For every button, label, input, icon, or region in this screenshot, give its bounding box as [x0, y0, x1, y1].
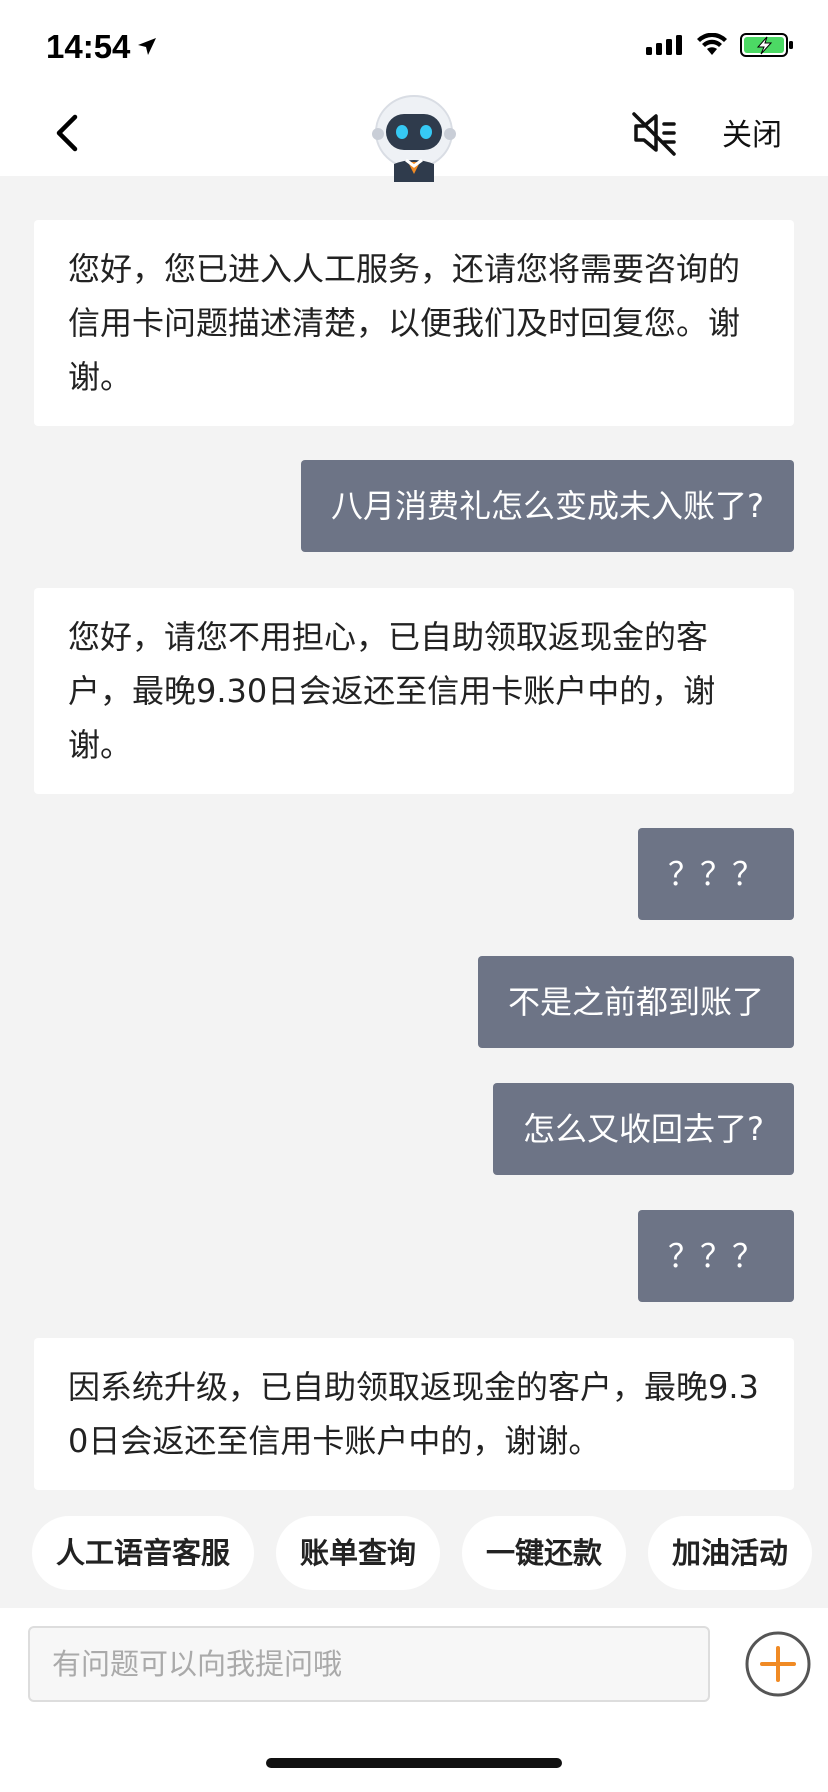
chevron-left-icon: [56, 114, 78, 152]
status-time-text: 14:54: [46, 28, 131, 65]
wifi-icon: [697, 33, 727, 55]
quick-reply-bar: 人工语音客服 账单查询 一键还款 加油活动: [32, 1516, 813, 1590]
quick-reply-chip[interactable]: 人工语音客服: [32, 1516, 255, 1590]
location-arrow-icon: [138, 38, 157, 55]
status-time: 14:54: [46, 28, 158, 66]
battery-charging-icon: [740, 33, 793, 57]
user-message-text: 怎么又收回去了?: [523, 1110, 764, 1148]
user-message-text: ？？？: [667, 855, 764, 893]
add-attachment-button[interactable]: [744, 1630, 812, 1698]
close-button[interactable]: 关闭: [722, 110, 782, 154]
message-input[interactable]: 有问题可以向我提问哦: [28, 1626, 710, 1702]
home-indicator: [266, 1758, 562, 1768]
input-bar: 有问题可以向我提问哦: [0, 1608, 828, 1792]
agent-message: 因系统升级，已自助领取返现金的客户，最晚9.30日会返还至信用卡账户中的，谢谢。: [34, 1338, 794, 1490]
quick-reply-chip[interactable]: 账单查询: [276, 1516, 441, 1590]
user-message: 八月消费礼怎么变成未入账了?: [301, 460, 794, 552]
back-button[interactable]: [44, 108, 88, 158]
user-message: 怎么又收回去了?: [493, 1083, 794, 1175]
chat-header: 关闭: [0, 90, 828, 182]
agent-message-text: 因系统升级，已自助领取返现金的客户，最晚9.30日会返还至信用卡账户中的，谢谢。: [68, 1368, 759, 1460]
agent-message: 您好，您已进入人工服务，还请您将需要咨询的信用卡问题描述清楚，以便我们及时回复您…: [34, 220, 794, 426]
quick-reply-chip[interactable]: 一键还款: [462, 1516, 627, 1590]
agent-message: 您好，请您不用担心，已自助领取返现金的客户，最晚9.30日会返还至信用卡账户中的…: [34, 588, 794, 794]
cellular-signal-icon: [646, 35, 682, 55]
user-message: ？？？: [637, 828, 794, 920]
speaker-mute-icon: [632, 112, 676, 156]
robot-avatar-icon: [372, 95, 456, 182]
status-bar: 14:54: [0, 0, 828, 90]
agent-message-text: 您好，您已进入人工服务，还请您将需要咨询的信用卡问题描述清楚，以便我们及时回复您…: [68, 250, 741, 396]
mute-sound-button[interactable]: [630, 108, 680, 158]
user-message-text: 不是之前都到账了: [507, 983, 764, 1021]
user-message-text: 八月消费礼怎么变成未入账了?: [331, 487, 764, 525]
status-icons: [646, 32, 794, 58]
user-message-text: ？？？: [667, 1237, 764, 1275]
agent-message-text: 您好，请您不用担心，已自助领取返现金的客户，最晚9.30日会返还至信用卡账户中的…: [68, 618, 716, 764]
quick-reply-chip[interactable]: 加油活动: [648, 1516, 813, 1590]
user-message: 不是之前都到账了: [477, 956, 794, 1048]
plus-circle-icon: [745, 1631, 811, 1697]
user-message: ？？？: [637, 1210, 794, 1302]
